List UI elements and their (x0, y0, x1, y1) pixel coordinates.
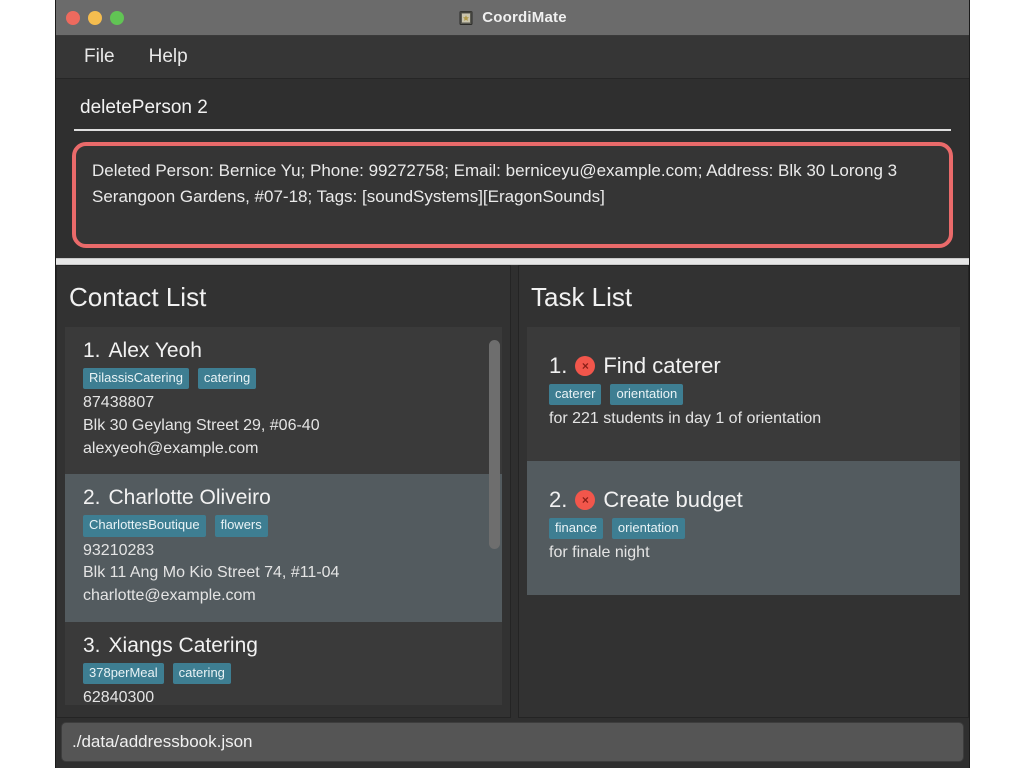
tag-chip: finance (549, 518, 603, 539)
contact-list-scrollbar[interactable] (489, 333, 500, 699)
contact-index: 3. (83, 634, 101, 658)
contact-card[interactable]: 2. Charlotte Oliveiro CharlottesBoutique fl… (65, 474, 502, 621)
contact-list-scrollbar-thumb[interactable] (489, 340, 500, 549)
result-display-wrapper: Deleted Person: Bernice Yu; Phone: 99272… (56, 131, 969, 248)
menu-bar: File Help (56, 36, 969, 79)
tag-group: CharlottesBoutique flowers (83, 515, 484, 536)
tag-chip: 378perMeal (83, 663, 164, 684)
tag-chip: CharlottesBoutique (83, 515, 206, 536)
vertical-splitter[interactable] (511, 265, 518, 718)
task-card[interactable]: 2. × Create budgetfinance orientation for fi… (527, 461, 960, 595)
tag-chip: catering (198, 368, 256, 389)
contact-address: Blk 11 Ang Mo Kio Street 74, #11-04 (83, 562, 484, 585)
contact-phone: 62840300 (83, 687, 484, 705)
contact-index: 2. (83, 486, 101, 510)
contact-name: Charlotte Oliveiro (109, 486, 271, 510)
tag-chip: caterer (549, 384, 601, 405)
save-location-path: ./data/addressbook.json (72, 732, 253, 752)
task-card-header: 1. × Find caterer (549, 353, 942, 379)
task-card-header: 2. × Create budget (549, 487, 942, 513)
contact-card-header: 3. Xiangs Catering (83, 634, 484, 658)
task-description: for finale night (549, 542, 942, 565)
contact-email: charlotte@example.com (83, 585, 484, 608)
contact-list-scroll-area: 1. Alex Yeoh RilassisCatering catering 87438… (65, 327, 502, 705)
task-list-panel: Task List 1. × Find caterercaterer orientat… (518, 265, 969, 718)
result-message: Deleted Person: Bernice Yu; Phone: 99272… (92, 158, 933, 209)
contact-card[interactable]: 1. Alex Yeoh RilassisCatering catering 87438… (65, 327, 502, 474)
task-cards-container: 1. × Find caterercaterer orientation for 221… (527, 327, 960, 705)
contact-card-header: 1. Alex Yeoh (83, 339, 484, 363)
task-index: 2. (549, 487, 567, 513)
contact-name: Xiangs Catering (109, 634, 258, 658)
task-name: Find caterer (603, 353, 720, 379)
contact-phone: 87438807 (83, 392, 484, 415)
command-area (56, 79, 969, 131)
tag-chip: catering (173, 663, 231, 684)
contact-address: Blk 30 Geylang Street 29, #06-40 (83, 415, 484, 438)
contact-name: Alex Yeoh (109, 339, 202, 363)
incomplete-cross-icon: × (575, 490, 595, 510)
status-bar: ./data/addressbook.json (61, 722, 964, 762)
tag-group: caterer orientation (549, 384, 942, 405)
incomplete-cross-icon: × (575, 356, 595, 376)
menu-item-file[interactable]: File (72, 42, 127, 72)
task-list-title: Task List (519, 266, 968, 327)
tag-chip: flowers (215, 515, 268, 536)
tag-group: finance orientation (549, 518, 942, 539)
contact-list-title: Contact List (57, 266, 510, 327)
tag-chip: RilassisCatering (83, 368, 189, 389)
contact-email: alexyeoh@example.com (83, 438, 484, 461)
task-description: for 221 students in day 1 of orientation (549, 408, 942, 431)
contact-list-panel: Contact List 1. Alex Yeoh RilassisCatering… (56, 265, 511, 718)
minimize-window-button[interactable] (88, 11, 102, 25)
contact-index: 1. (83, 339, 101, 363)
window-controls (56, 11, 124, 25)
menu-item-help[interactable]: Help (137, 42, 200, 72)
title-bar: CoordiMate (56, 0, 969, 36)
contact-card-header: 2. Charlotte Oliveiro (83, 486, 484, 510)
contact-phone: 93210283 (83, 540, 484, 563)
tag-chip: orientation (610, 384, 683, 405)
addressbook-icon (458, 10, 474, 26)
result-display-box: Deleted Person: Bernice Yu; Phone: 99272… (72, 142, 953, 248)
contact-cards-container: 1. Alex Yeoh RilassisCatering catering 87438… (65, 327, 502, 705)
panels-container: Contact List 1. Alex Yeoh RilassisCatering… (56, 265, 969, 718)
application-window: CoordiMate File Help Deleted Person: Ber… (56, 0, 969, 768)
title-bar-center: CoordiMate (56, 9, 969, 26)
horizontal-splitter[interactable] (56, 258, 969, 265)
tag-group: RilassisCatering catering (83, 368, 484, 389)
tag-chip: orientation (612, 518, 685, 539)
window-title: CoordiMate (482, 9, 567, 26)
command-input[interactable] (74, 93, 951, 131)
task-index: 1. (549, 353, 567, 379)
tag-group: 378perMeal catering (83, 663, 484, 684)
close-window-button[interactable] (66, 11, 80, 25)
task-name: Create budget (603, 487, 742, 513)
task-card[interactable]: 1. × Find caterercaterer orientation for 221… (527, 327, 960, 461)
contact-card[interactable]: 3. Xiangs Catering 378perMeal catering 62840… (65, 622, 502, 705)
maximize-window-button[interactable] (110, 11, 124, 25)
task-list-scroll-area: 1. × Find caterercaterer orientation for 221… (527, 327, 960, 705)
